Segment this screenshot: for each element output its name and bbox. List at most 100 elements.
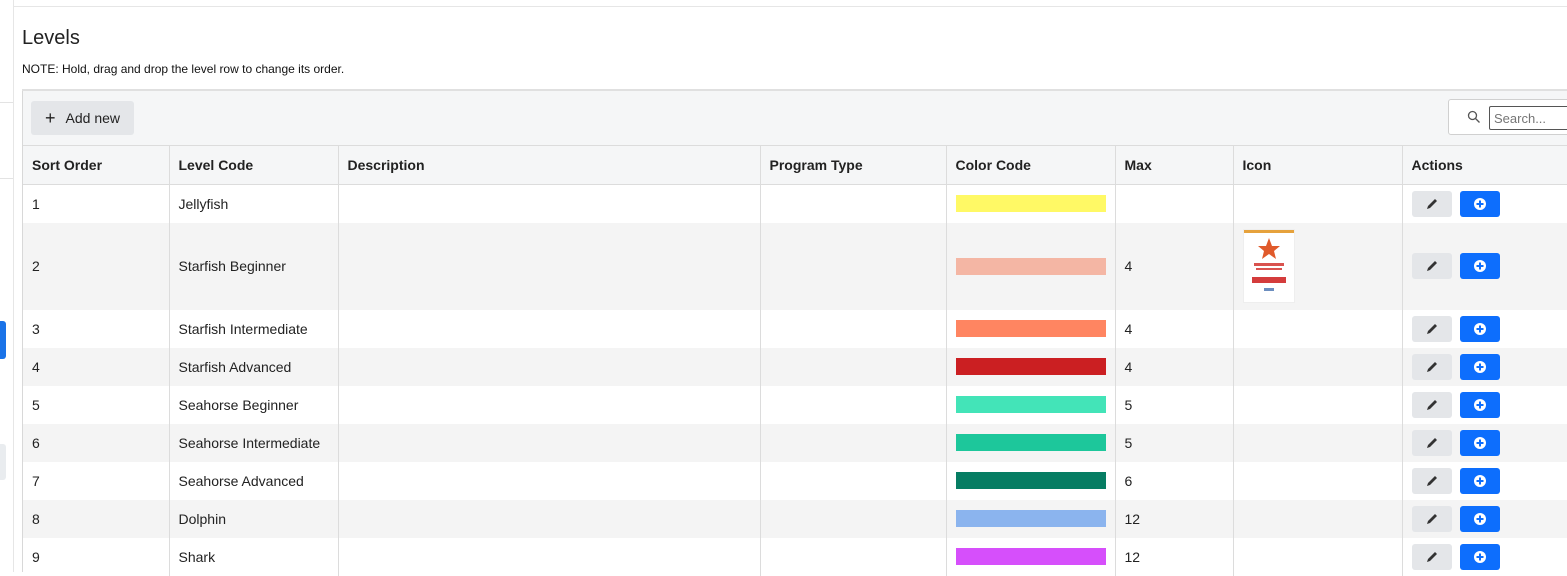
add-row-button[interactable] bbox=[1459, 253, 1500, 279]
program-type-cell bbox=[760, 309, 947, 348]
icon-cell bbox=[1233, 385, 1403, 424]
edit-button[interactable] bbox=[1411, 391, 1452, 418]
plus-circle-icon bbox=[1473, 436, 1486, 449]
icon-cell bbox=[1233, 461, 1403, 500]
description-cell bbox=[338, 222, 761, 310]
color-code-cell bbox=[946, 423, 1116, 462]
edit-button[interactable] bbox=[1411, 505, 1452, 532]
icon-cell bbox=[1233, 499, 1403, 538]
table-row[interactable]: 5 Seahorse Beginner 5 bbox=[23, 385, 1567, 424]
col-level-code[interactable]: Level Code bbox=[169, 145, 339, 185]
col-max[interactable]: Max bbox=[1115, 145, 1234, 185]
max-cell: 12 bbox=[1115, 537, 1234, 576]
pencil-icon bbox=[1426, 551, 1437, 562]
program-type-cell bbox=[760, 537, 947, 576]
add-row-button[interactable] bbox=[1459, 391, 1500, 418]
max-cell: 6 bbox=[1115, 461, 1234, 500]
sort-order-cell: 7 bbox=[23, 461, 170, 500]
edit-button[interactable] bbox=[1411, 353, 1452, 380]
sort-order-cell: 5 bbox=[23, 385, 170, 424]
add-row-button[interactable] bbox=[1459, 190, 1500, 217]
pencil-icon bbox=[1426, 437, 1437, 448]
edit-button[interactable] bbox=[1411, 543, 1452, 570]
actions-cell bbox=[1402, 222, 1567, 310]
color-code-cell bbox=[946, 184, 1116, 223]
search-icon bbox=[1467, 110, 1480, 123]
add-row-button[interactable] bbox=[1459, 467, 1500, 494]
col-sort-order[interactable]: Sort Order bbox=[23, 145, 170, 185]
color-swatch bbox=[955, 320, 1106, 337]
table-row[interactable]: 2 Starfish Beginner 4 bbox=[23, 222, 1567, 310]
pencil-icon bbox=[1426, 361, 1437, 372]
sidebar-item[interactable] bbox=[0, 444, 6, 480]
color-code-cell bbox=[946, 537, 1116, 576]
actions-cell bbox=[1402, 423, 1567, 462]
add-row-button[interactable] bbox=[1459, 543, 1500, 570]
level-code-cell: Shark bbox=[169, 537, 339, 576]
level-code-cell: Jellyfish bbox=[169, 184, 339, 223]
description-cell bbox=[338, 309, 761, 348]
sidebar-active-item[interactable] bbox=[0, 321, 6, 359]
pencil-icon bbox=[1426, 198, 1437, 209]
table-row[interactable]: 3 Starfish Intermediate 4 bbox=[23, 309, 1567, 348]
max-cell bbox=[1115, 184, 1234, 223]
program-type-cell bbox=[760, 461, 947, 500]
edit-button[interactable] bbox=[1411, 190, 1452, 217]
table-row[interactable]: 9 Shark 12 bbox=[23, 537, 1567, 576]
table-header-row: Sort Order Level Code Description Progra… bbox=[23, 145, 1567, 185]
table-row[interactable]: 6 Seahorse Intermediate 5 bbox=[23, 423, 1567, 462]
sort-order-cell: 4 bbox=[23, 347, 170, 386]
starfish-certificate-image bbox=[1242, 229, 1295, 303]
add-new-button[interactable]: + Add new bbox=[31, 101, 134, 135]
col-description[interactable]: Description bbox=[338, 145, 761, 185]
sort-order-cell: 6 bbox=[23, 423, 170, 462]
table-row[interactable]: 7 Seahorse Advanced 6 bbox=[23, 461, 1567, 500]
add-row-button[interactable] bbox=[1459, 353, 1500, 380]
color-code-cell bbox=[946, 461, 1116, 500]
plus-circle-icon bbox=[1473, 322, 1486, 335]
col-icon[interactable]: Icon bbox=[1233, 145, 1403, 185]
search-input[interactable] bbox=[1489, 106, 1567, 130]
color-swatch bbox=[955, 257, 1106, 275]
max-cell: 4 bbox=[1115, 222, 1234, 310]
program-type-cell bbox=[760, 423, 947, 462]
search-box[interactable] bbox=[1448, 99, 1567, 135]
description-cell bbox=[338, 184, 761, 223]
table-row[interactable]: 4 Starfish Advanced 4 bbox=[23, 347, 1567, 386]
color-code-cell bbox=[946, 347, 1116, 386]
max-cell: 5 bbox=[1115, 385, 1234, 424]
program-type-cell bbox=[760, 499, 947, 538]
sidebar-divider bbox=[0, 178, 13, 179]
col-program-type[interactable]: Program Type bbox=[760, 145, 947, 185]
edit-button[interactable] bbox=[1411, 429, 1452, 456]
color-code-cell bbox=[946, 222, 1116, 310]
level-code-cell: Seahorse Beginner bbox=[169, 385, 339, 424]
plus-circle-icon bbox=[1473, 550, 1486, 563]
add-row-button[interactable] bbox=[1459, 315, 1500, 342]
edit-button[interactable] bbox=[1411, 253, 1452, 279]
levels-table: Sort Order Level Code Description Progra… bbox=[23, 145, 1567, 576]
description-cell bbox=[338, 461, 761, 500]
col-color-code[interactable]: Color Code bbox=[946, 145, 1116, 185]
plus-circle-icon bbox=[1473, 398, 1486, 411]
description-cell bbox=[338, 423, 761, 462]
sort-order-cell: 1 bbox=[23, 184, 170, 223]
drag-note: NOTE: Hold, drag and drop the level row … bbox=[22, 62, 345, 76]
add-row-button[interactable] bbox=[1459, 505, 1500, 532]
icon-cell bbox=[1233, 222, 1403, 310]
sort-order-cell: 3 bbox=[23, 309, 170, 348]
max-cell: 4 bbox=[1115, 347, 1234, 386]
color-code-cell bbox=[946, 385, 1116, 424]
max-cell: 5 bbox=[1115, 423, 1234, 462]
plus-icon: + bbox=[45, 108, 56, 128]
edit-button[interactable] bbox=[1411, 467, 1452, 494]
color-swatch bbox=[955, 434, 1106, 451]
color-code-cell bbox=[946, 499, 1116, 538]
header-divider bbox=[14, 6, 1567, 7]
table-row[interactable]: 8 Dolphin 12 bbox=[23, 499, 1567, 538]
edit-button[interactable] bbox=[1411, 315, 1452, 342]
level-code-cell: Starfish Advanced bbox=[169, 347, 339, 386]
table-row[interactable]: 1 Jellyfish bbox=[23, 184, 1567, 223]
add-row-button[interactable] bbox=[1459, 429, 1500, 456]
description-cell bbox=[338, 537, 761, 576]
